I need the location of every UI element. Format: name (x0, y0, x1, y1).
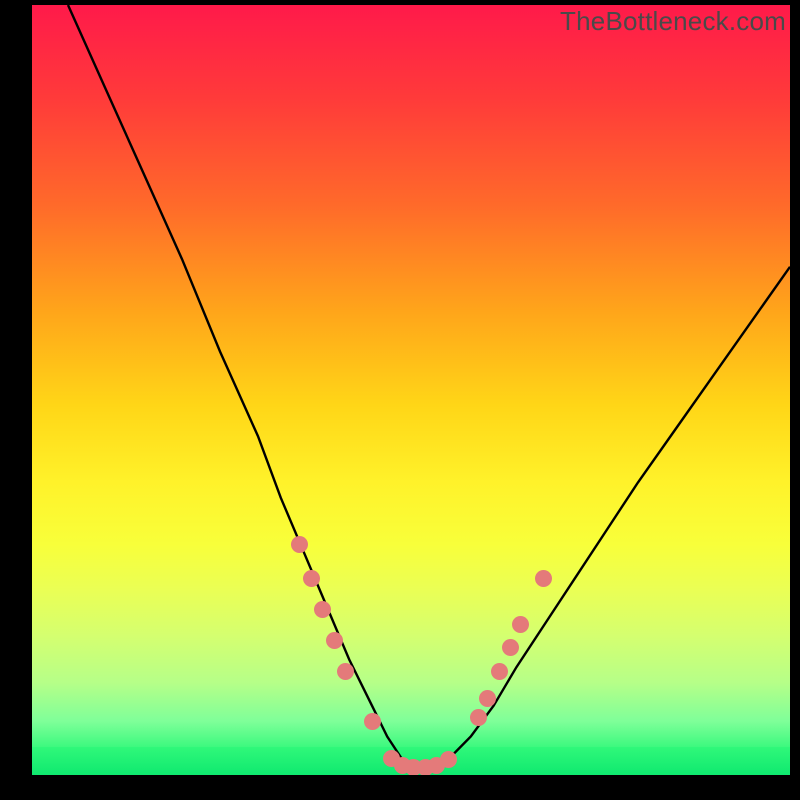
bottleneck-curve (30, 5, 790, 775)
data-point (291, 536, 308, 553)
data-point (364, 713, 381, 730)
data-point (337, 663, 354, 680)
data-point (470, 709, 487, 726)
chart-frame: TheBottleneck.com (0, 0, 800, 800)
data-point (326, 632, 343, 649)
data-point (440, 751, 457, 768)
x-axis (30, 775, 790, 777)
data-point (303, 570, 320, 587)
data-point (314, 601, 331, 618)
data-point (512, 616, 529, 633)
data-point (491, 663, 508, 680)
data-point (479, 690, 496, 707)
data-point (535, 570, 552, 587)
y-axis (30, 5, 32, 775)
watermark-label: TheBottleneck.com (560, 6, 786, 37)
plot-area (30, 5, 790, 775)
